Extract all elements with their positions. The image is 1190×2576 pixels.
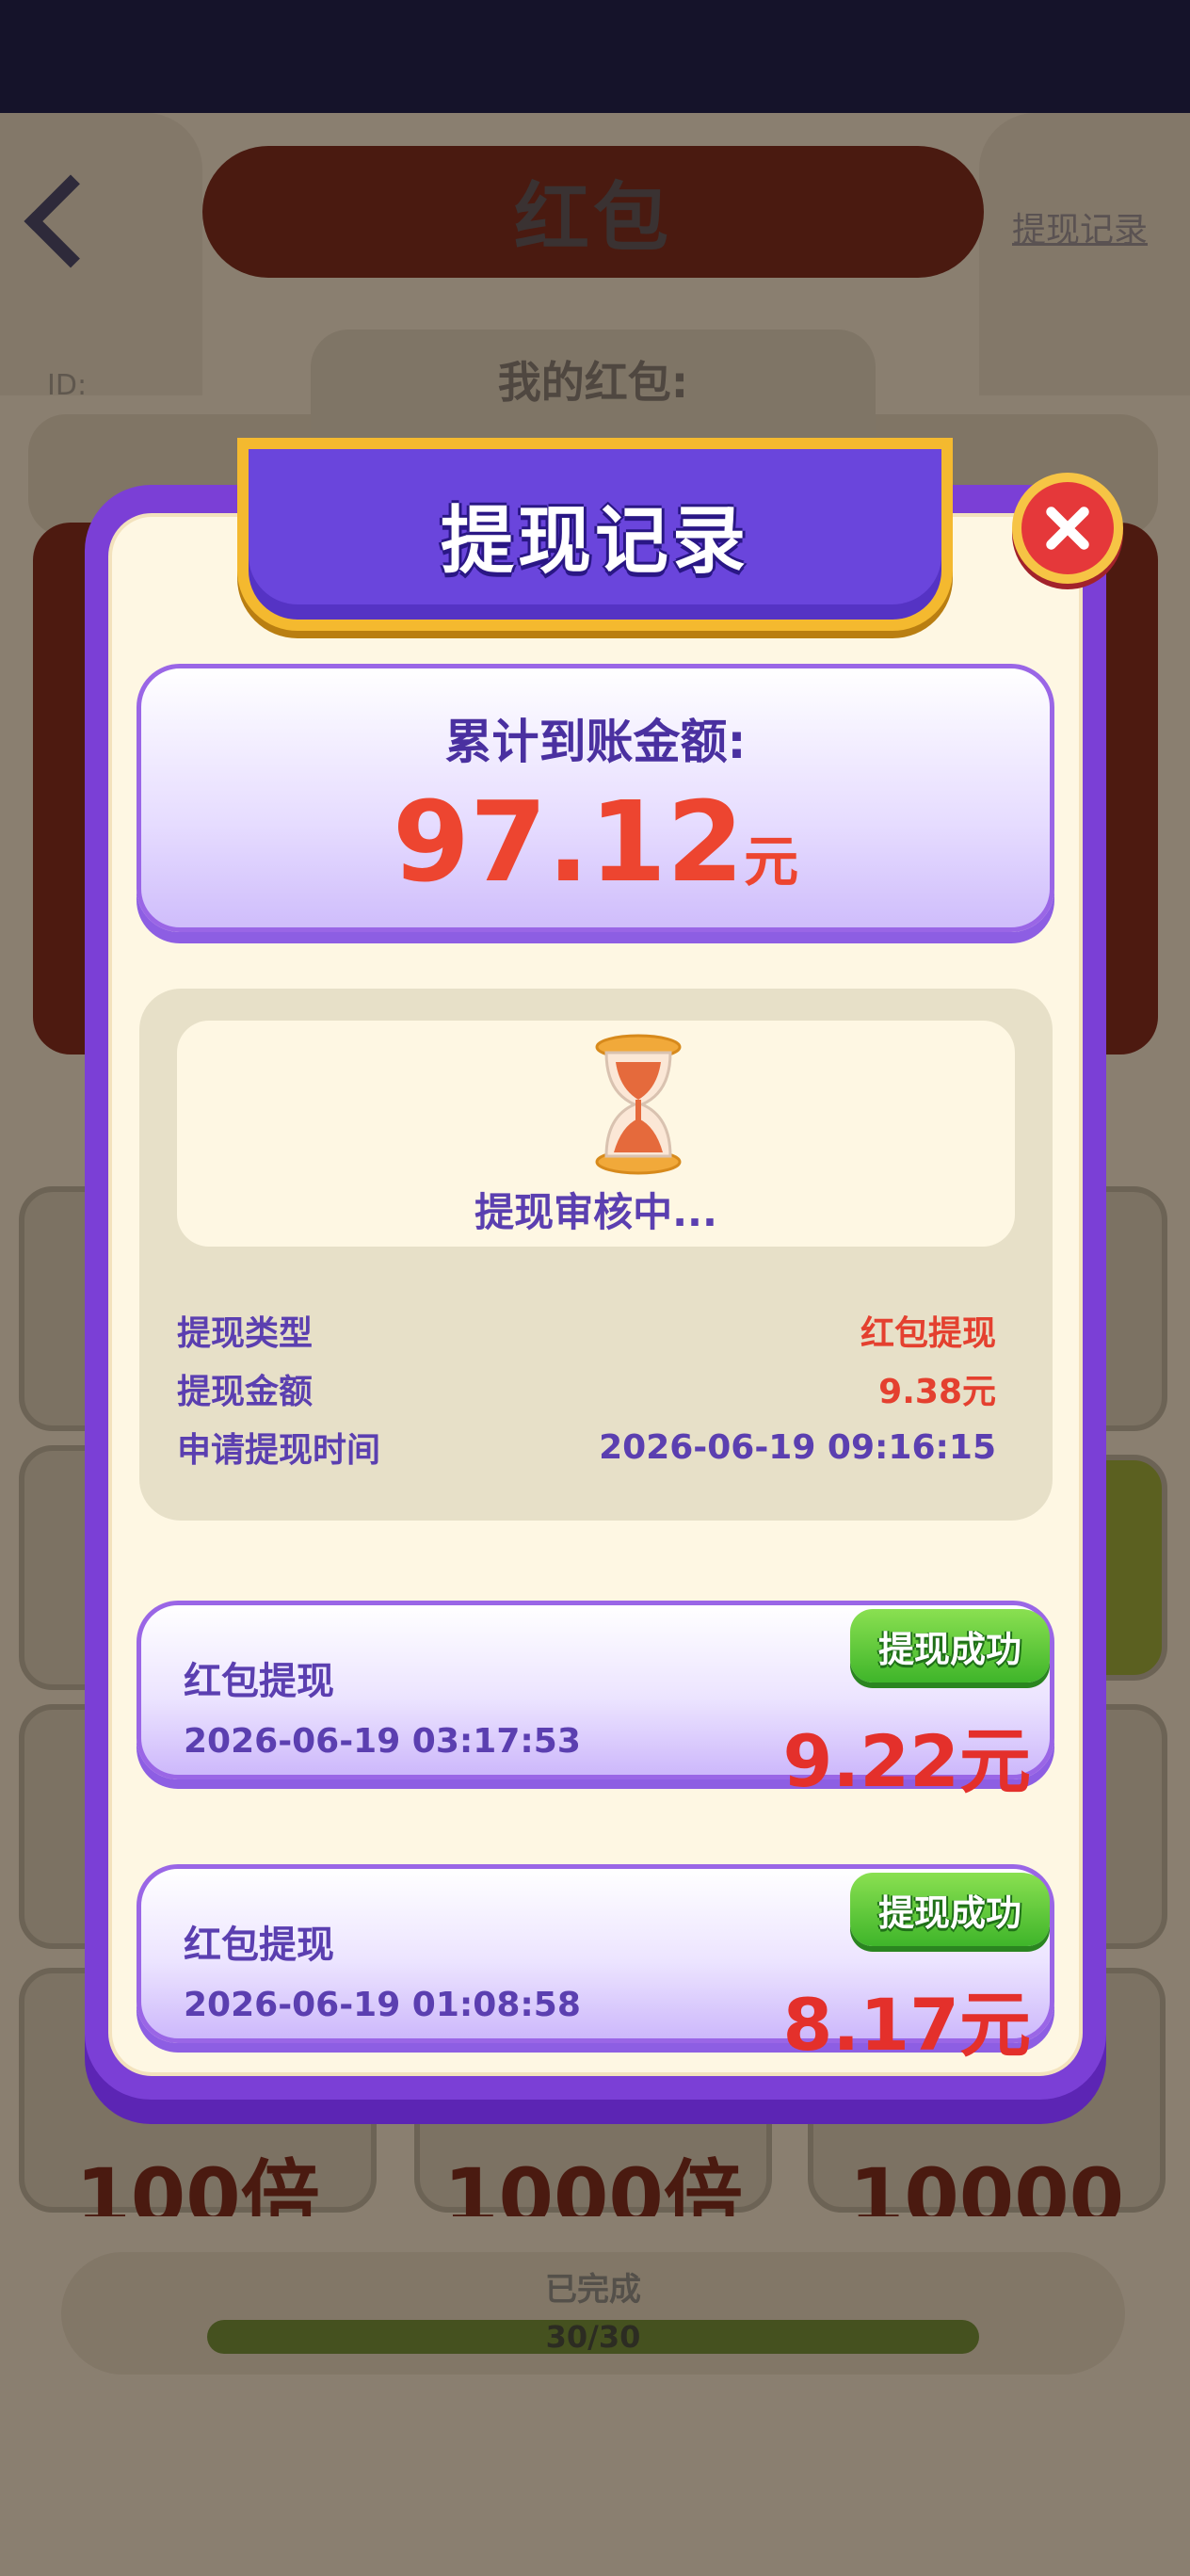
withdraw-record-item[interactable]: 提现成功 红包提现 2026-06-19 03:17:53 9.22元 — [137, 1601, 1054, 1803]
total-received-value: 97.12元 — [141, 777, 1050, 907]
page-title: 红包 — [514, 174, 672, 262]
withdraw-time-value: 2026-06-19 09:16:15 — [599, 1427, 996, 1467]
my-redpacket-tab: 我的红包: — [311, 330, 876, 452]
close-button[interactable] — [1012, 473, 1123, 584]
modal-title: 提现记录 — [440, 498, 749, 584]
record-type: 红包提现 — [184, 1924, 334, 1967]
my-redpacket-label: 我的红包: — [497, 357, 689, 408]
page-header: 红包 — [202, 146, 984, 278]
success-badge: 提现成功 — [850, 1873, 1050, 1946]
success-badge: 提现成功 — [850, 1609, 1050, 1682]
task-progress: 已完成 30/30 — [61, 2252, 1125, 2375]
withdraw-record-item[interactable]: 提现成功 红包提现 2026-06-19 01:08:58 8.17元 — [137, 1864, 1054, 2067]
success-badge-label: 提现成功 — [877, 1892, 1021, 1934]
hourglass-icon — [595, 1034, 682, 1175]
pending-status-text: 提现审核中... — [474, 1189, 717, 1235]
progress-text: 30/30 — [545, 2319, 641, 2355]
withdraw-time-row: 申请提现时间 2026-06-19 09:16:15 — [177, 1424, 996, 1471]
multiplier-label: 10000倍 — [848, 2151, 1125, 2216]
record-time: 2026-06-19 03:17:53 — [184, 1722, 581, 1761]
record-time: 2026-06-19 01:08:58 — [184, 1986, 581, 2024]
total-unit: 元 — [744, 829, 799, 894]
close-x-icon — [1046, 507, 1089, 550]
background-right-tab — [979, 113, 1190, 395]
record-type: 红包提现 — [184, 1660, 334, 1703]
user-id-label: ID: — [47, 369, 88, 402]
progress-bar: 30/30 — [207, 2319, 979, 2355]
withdraw-type-label: 提现类型 — [177, 1314, 314, 1353]
withdraw-type-value: 红包提现 — [860, 1314, 996, 1353]
modal-title-banner: 提现记录 — [237, 438, 953, 631]
background-left-tab — [0, 113, 202, 395]
total-received-label: 累计到账金额: — [444, 715, 747, 769]
success-badge-label: 提现成功 — [877, 1628, 1021, 1670]
withdraw-amount-label: 提现金额 — [177, 1373, 314, 1411]
pending-status-box: 提现审核中... — [177, 1021, 1015, 1247]
withdraw-record-link[interactable]: 提现记录 — [1012, 202, 1148, 251]
progress-label: 已完成 — [545, 2271, 641, 2309]
total-received-card: 累计到账金额: 97.12元 — [137, 664, 1054, 932]
multiplier-label: 1000倍 — [443, 2151, 743, 2216]
withdraw-time-label: 申请提现时间 — [177, 1431, 381, 1470]
total-amount: 97.12 — [392, 777, 745, 907]
pending-withdrawal-card: 提现审核中... 提现类型 红包提现 提现金额 9.38元 申请提现时间 202… — [139, 989, 1053, 1521]
withdraw-amount-value: 9.38元 — [878, 1373, 996, 1411]
record-amount: 8.17元 — [782, 1983, 1031, 2067]
withdraw-type-row: 提现类型 红包提现 — [177, 1307, 996, 1354]
withdraw-amount-row: 提现金额 9.38元 — [177, 1365, 996, 1412]
record-amount: 9.22元 — [782, 1719, 1031, 1803]
multiplier-label: 100倍 — [75, 2151, 320, 2216]
